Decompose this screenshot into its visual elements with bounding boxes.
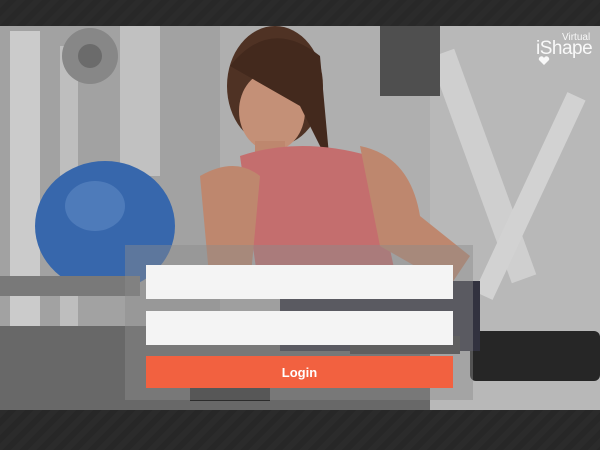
brand-logo: Virtual iShape [532,32,594,68]
login-button[interactable]: Login [146,356,453,388]
username-field[interactable] [146,265,453,299]
top-frame-bar [0,0,600,26]
bottom-frame-bar [0,410,600,450]
password-field[interactable] [146,311,453,345]
heart-icon [538,56,550,65]
